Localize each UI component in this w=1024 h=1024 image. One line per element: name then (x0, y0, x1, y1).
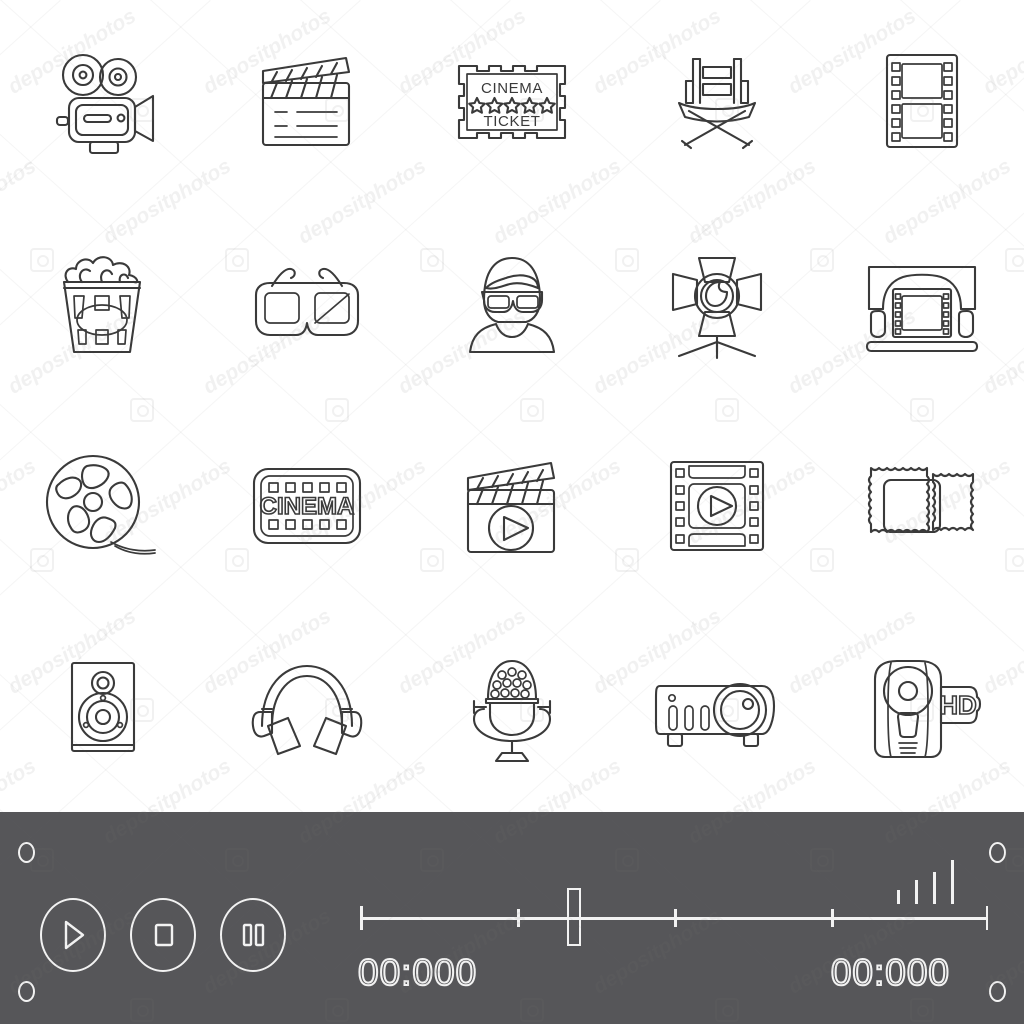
movie-camera-icon (56, 54, 155, 155)
icon-set-canvas: CINEMA TICKET CINEMA HD 00:000 00:000 de… (0, 0, 1024, 1024)
ticket-bottom-label: TICKET (484, 113, 541, 130)
clapperboard-play-icon (466, 462, 556, 554)
icon-cell-photo-stamps[interactable] (819, 405, 1024, 608)
media-player-bar: 00:000 00:000 (0, 812, 1024, 1024)
popcorn-icon (63, 255, 142, 353)
icon-cell-video-play-frame[interactable] (614, 405, 819, 608)
speaker-icon (71, 661, 136, 752)
timeline-tick-75 (831, 909, 834, 927)
timeline-scrubber[interactable] (360, 888, 988, 946)
microphone-icon (472, 659, 552, 762)
signal-bar-4 (951, 860, 954, 904)
icon-cell-cinema-ticket[interactable]: CINEMA TICKET (410, 0, 615, 203)
timeline-tick-50 (674, 909, 677, 927)
cinema-screen-icon (865, 265, 978, 352)
timeline-tick-100 (985, 906, 988, 930)
corner-screw-top-left (18, 842, 35, 863)
icon-cell-hd-camcorder[interactable]: HD (819, 608, 1024, 811)
icon-cell-movie-camera[interactable] (0, 0, 205, 203)
icon-cell-cinema-sign[interactable]: CINEMA (205, 405, 410, 608)
pause-button[interactable] (220, 898, 286, 972)
film-strip-icon (885, 54, 958, 149)
timeline-playhead[interactable] (567, 888, 582, 946)
icon-grid: CINEMA TICKET CINEMA HD (0, 0, 1024, 810)
total-time-display: 00:000 (830, 951, 950, 994)
current-time-display: 00:000 (357, 951, 478, 994)
icon-cell-clapperboard[interactable] (205, 0, 410, 203)
headphones-icon (251, 664, 363, 755)
studio-spotlight-icon (671, 256, 762, 359)
signal-bar-3 (933, 872, 936, 904)
ticket-top-label: CINEMA (481, 80, 543, 97)
icon-cell-viewer-with-glasses[interactable] (410, 203, 615, 406)
icon-cell-headphones[interactable] (205, 608, 410, 811)
transport-controls (40, 898, 286, 972)
icon-cell-microphone[interactable] (410, 608, 615, 811)
icon-cell-studio-spotlight[interactable] (614, 203, 819, 406)
icon-cell-film-reel[interactable] (0, 405, 205, 608)
icon-cell-projector[interactable] (614, 608, 819, 811)
cinema-ticket-icon: CINEMA TICKET (457, 65, 567, 140)
film-reel-icon (46, 455, 157, 555)
projector-icon (654, 682, 775, 747)
hd-label: HD (939, 690, 977, 720)
hd-camcorder-icon: HD (873, 660, 981, 759)
stop-button[interactable] (130, 898, 196, 972)
corner-screw-top-right (989, 842, 1006, 863)
cinema-sign-icon: CINEMA (253, 468, 362, 545)
timeline-tick-0 (360, 906, 363, 930)
photo-stamps-icon (867, 467, 974, 534)
ticket-stars (468, 97, 556, 114)
cinema-sign-label: CINEMA (260, 493, 355, 520)
three-d-glasses-icon (255, 267, 360, 336)
clapperboard-icon (262, 57, 351, 147)
timeline-tick-25 (517, 909, 520, 927)
corner-screw-bottom-right (989, 981, 1006, 1002)
director-chair-icon (677, 58, 756, 150)
icon-cell-speaker[interactable] (0, 608, 205, 811)
play-button[interactable] (40, 898, 106, 972)
icon-cell-popcorn[interactable] (0, 203, 205, 406)
video-play-frame-icon (669, 461, 764, 552)
corner-screw-bottom-left (18, 981, 35, 1002)
icon-cell-clapperboard-play[interactable] (410, 405, 615, 608)
viewer-with-glasses-icon (468, 256, 556, 353)
icon-cell-film-strip[interactable] (819, 0, 1024, 203)
signal-level-bars (897, 856, 954, 904)
icon-cell-cinema-screen[interactable] (819, 203, 1024, 406)
icon-cell-director-chair[interactable] (614, 0, 819, 203)
icon-cell-three-d-glasses[interactable] (205, 203, 410, 406)
signal-bar-2 (915, 880, 918, 904)
signal-bar-1 (897, 890, 900, 904)
